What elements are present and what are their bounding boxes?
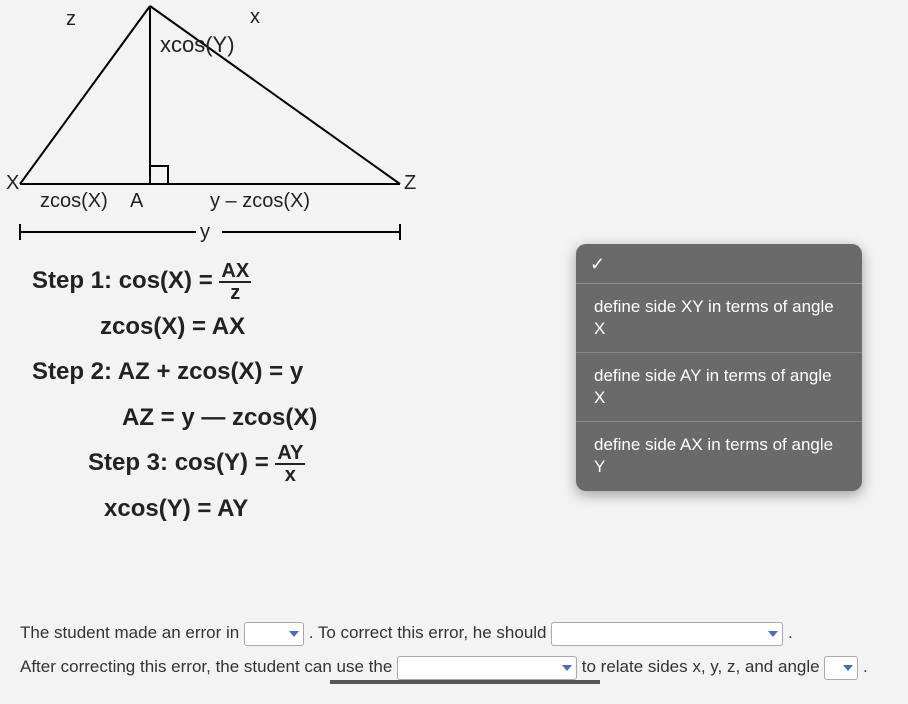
chevron-down-icon xyxy=(843,665,853,671)
vertex-x: X xyxy=(6,172,19,195)
answer-area: The student made an error in . To correc… xyxy=(20,616,888,684)
text-to-relate: to relate sides x, y, z, and angle xyxy=(582,657,825,676)
step-1b: zcos(X) = AX xyxy=(32,304,462,350)
vertex-z: Z xyxy=(404,172,416,195)
chevron-down-icon xyxy=(768,631,778,637)
side-z: z xyxy=(66,8,76,31)
dropdown-use[interactable] xyxy=(397,656,577,680)
answer-line-2: After correcting this error, the student… xyxy=(20,650,888,684)
dropdown-option-3[interactable]: define side AX in terms of angle Y xyxy=(576,422,862,490)
check-icon: ✓ xyxy=(590,254,605,274)
text-error-in: The student made an error in xyxy=(20,623,244,642)
dropdown-correction[interactable] xyxy=(551,622,783,646)
dropdown-step[interactable] xyxy=(244,622,304,646)
text-period-1: . xyxy=(788,623,793,642)
step-3: Step 3: cos(Y) = AYx xyxy=(32,440,462,486)
left-base-label: zcos(X) xyxy=(40,190,108,213)
right-base-label: y – zcos(X) xyxy=(210,190,310,213)
step-2b: AZ = y — zcos(X) xyxy=(32,395,462,441)
triangle-diagram: X Z A z x xcos(Y) zcos(X) y – zcos(X) y xyxy=(0,0,460,250)
text-period-2: . xyxy=(863,657,868,676)
dropdown-angle[interactable] xyxy=(824,656,858,680)
fraction-1: AXz xyxy=(219,261,251,303)
step-3b: xcos(Y) = AY xyxy=(32,486,462,532)
dropdown-option-1[interactable]: define side XY in terms of angle X xyxy=(576,284,862,353)
full-base-label: y xyxy=(200,221,210,244)
altitude-label: xcos(Y) xyxy=(160,32,235,58)
side-x: x xyxy=(250,6,260,29)
step-1: Step 1: cos(X) = AXz xyxy=(32,258,462,304)
answer-line-1: The student made an error in . To correc… xyxy=(20,616,888,650)
dropdown-option-2[interactable]: define side AY in terms of angle X xyxy=(576,353,862,422)
fraction-3: AYx xyxy=(275,443,305,485)
dropdown-selected-blank[interactable]: ✓ xyxy=(576,244,862,284)
chevron-down-icon xyxy=(289,631,299,637)
steps-block: Step 1: cos(X) = AXz zcos(X) = AX Step 2… xyxy=(32,258,462,532)
text-to-correct: . To correct this error, he should xyxy=(309,623,552,642)
chevron-down-icon xyxy=(562,665,572,671)
dropdown-popup: ✓ define side XY in terms of angle X def… xyxy=(576,244,862,491)
point-a: A xyxy=(130,190,143,213)
step-2: Step 2: AZ + zcos(X) = y xyxy=(32,349,462,395)
text-after-correcting: After correcting this error, the student… xyxy=(20,657,397,676)
